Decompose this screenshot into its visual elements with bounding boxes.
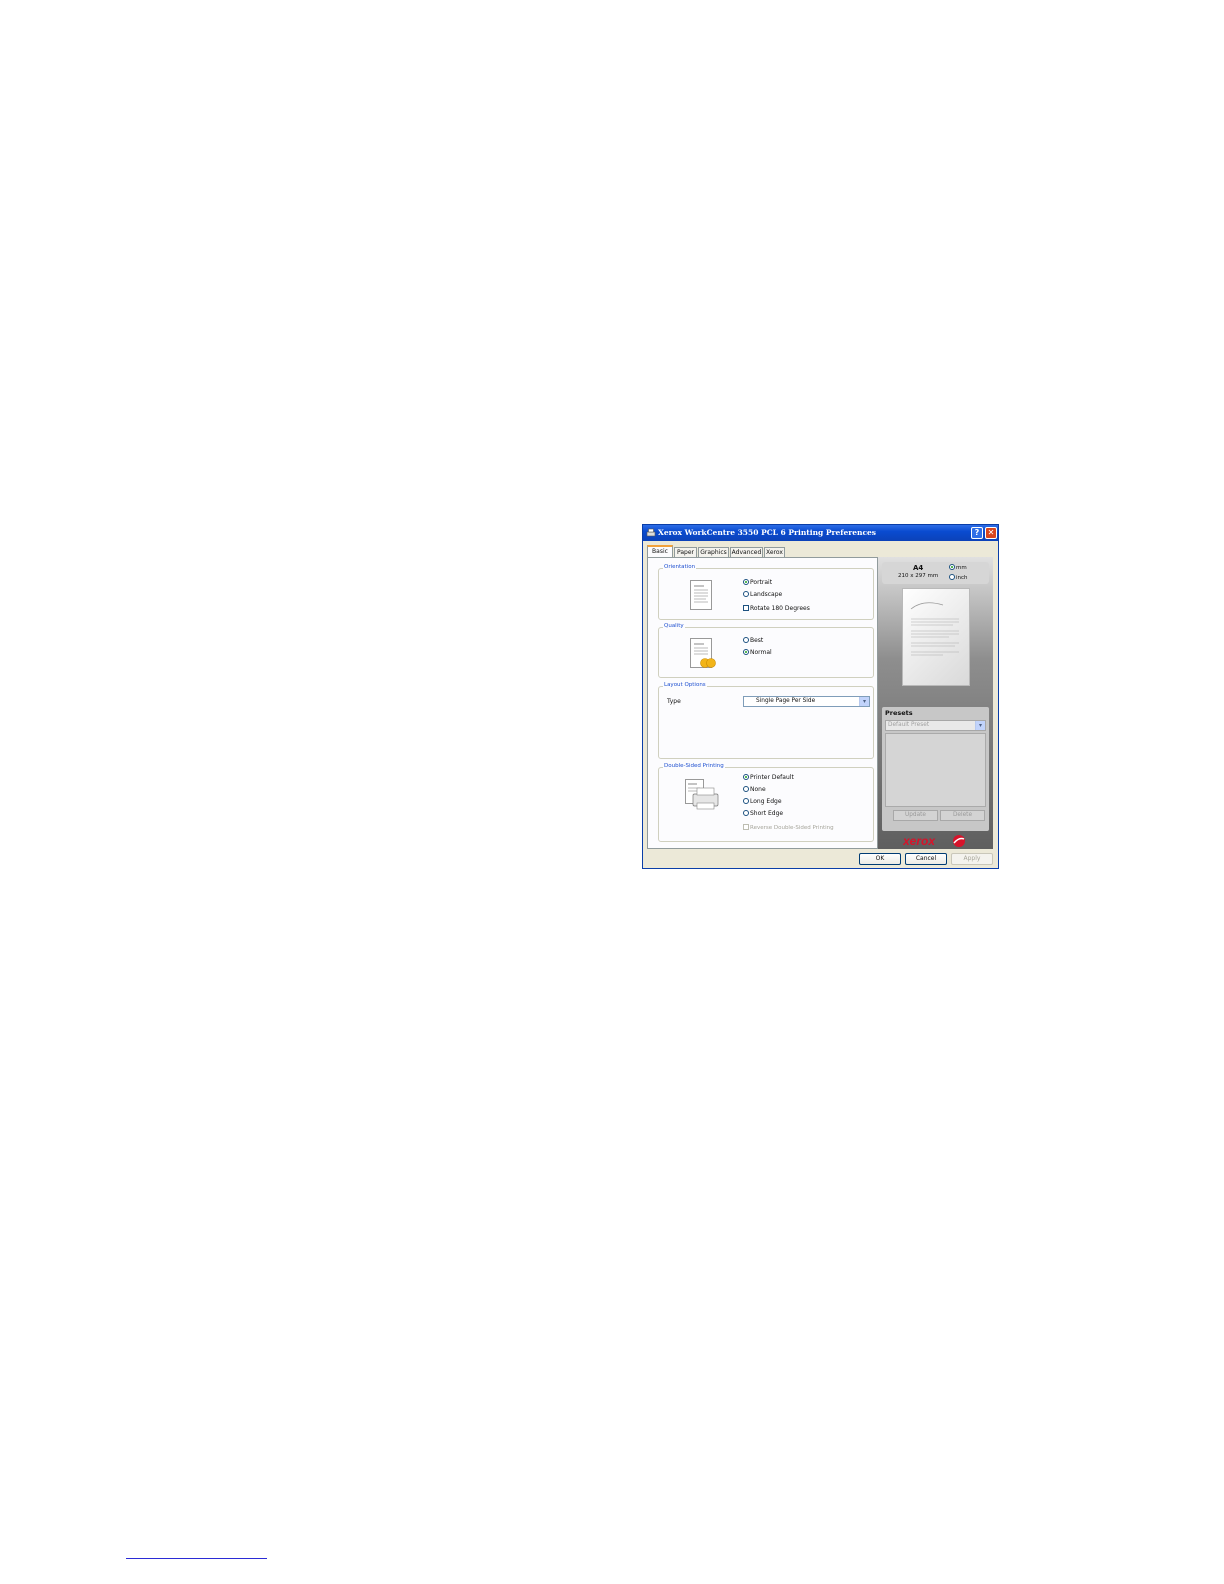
portrait-label: Portrait: [750, 579, 773, 586]
presets-value: Default Preset: [888, 722, 930, 728]
title-bar[interactable]: Xerox WorkCentre 3550 PCL 6 Printing Pre…: [643, 525, 998, 541]
reverse-duplex-label: Reverse Double-Sided Printing: [750, 825, 834, 831]
unit-mm-option[interactable]: mm: [949, 564, 967, 571]
basic-tab-panel: Orientation Portrait Landscape Rotate 18…: [647, 557, 878, 849]
reverse-duplex-option: Reverse Double-Sided Printing: [743, 824, 834, 832]
unit-inch-radio[interactable]: [949, 574, 955, 580]
cancel-button[interactable]: Cancel: [905, 853, 947, 865]
paper-size-box: A4 210 x 297 mm mm inch: [882, 562, 989, 584]
double-sided-group: Double-Sided Printing Printer Default No…: [658, 763, 874, 842]
landscape-radio[interactable]: [743, 591, 749, 597]
page-preview: [902, 588, 970, 686]
paper-size: A4: [913, 564, 924, 572]
long-edge-label: Long Edge: [750, 798, 782, 805]
best-option[interactable]: Best: [743, 637, 763, 645]
help-button[interactable]: ?: [971, 527, 983, 539]
ok-button[interactable]: OK: [859, 853, 901, 865]
rotate-checkbox[interactable]: [743, 605, 749, 611]
printer-icon: [646, 528, 656, 537]
update-preset-button[interactable]: Update: [893, 810, 938, 821]
layout-type-value: Single Page Per Side: [756, 698, 816, 704]
xerox-logo: xerox: [903, 834, 965, 848]
presets-list[interactable]: [885, 733, 986, 807]
quality-page-icon: [690, 638, 716, 668]
reverse-duplex-checkbox: [743, 824, 749, 830]
duplex-printer-icon: [685, 779, 719, 810]
none-option[interactable]: None: [743, 786, 766, 794]
short-edge-radio[interactable]: [743, 810, 749, 816]
tab-advanced[interactable]: Advanced: [730, 547, 763, 557]
delete-preset-button[interactable]: Delete: [940, 810, 985, 821]
layout-options-title: Layout Options: [663, 682, 707, 688]
window-title: Xerox WorkCentre 3550 PCL 6 Printing Pre…: [658, 528, 877, 537]
portrait-page-icon: [690, 580, 712, 610]
short-edge-label: Short Edge: [750, 810, 784, 817]
none-label: None: [750, 786, 766, 793]
printer-default-option[interactable]: Printer Default: [743, 774, 794, 782]
normal-radio[interactable]: [743, 649, 749, 655]
presets-title: Presets: [885, 709, 913, 717]
rotate-label: Rotate 180 Degrees: [750, 605, 810, 612]
orientation-group: Orientation Portrait Landscape Rotate 18…: [658, 564, 874, 620]
landscape-option[interactable]: Landscape: [743, 591, 782, 599]
layout-type-label: Type: [667, 698, 681, 705]
normal-option[interactable]: Normal: [743, 649, 772, 657]
portrait-radio[interactable]: [743, 579, 749, 585]
chevron-down-icon[interactable]: ▾: [859, 697, 869, 706]
printer-default-label: Printer Default: [750, 774, 794, 781]
quality-title: Quality: [663, 623, 685, 629]
portrait-option[interactable]: Portrait: [743, 579, 772, 587]
svg-text:xerox: xerox: [903, 834, 936, 848]
paper-dimensions: 210 x 297 mm: [898, 573, 939, 579]
rotate-option[interactable]: Rotate 180 Degrees: [743, 605, 810, 613]
chevron-down-icon[interactable]: ▾: [975, 721, 985, 730]
printing-preferences-dialog: Xerox WorkCentre 3550 PCL 6 Printing Pre…: [642, 524, 999, 869]
close-button[interactable]: ✕: [985, 527, 997, 539]
printer-default-radio[interactable]: [743, 774, 749, 780]
quality-group: Quality Best Normal: [658, 623, 874, 678]
unit-mm-label: mm: [956, 565, 967, 571]
presets-panel: Presets Default Preset ▾ Update Delete: [882, 707, 989, 831]
tab-xerox[interactable]: Xerox: [764, 547, 785, 557]
tab-paper[interactable]: Paper: [674, 547, 697, 557]
best-radio[interactable]: [743, 637, 749, 643]
footer-rule: [126, 1558, 267, 1559]
tab-graphics[interactable]: Graphics: [698, 547, 729, 557]
none-radio[interactable]: [743, 786, 749, 792]
long-edge-option[interactable]: Long Edge: [743, 798, 782, 806]
double-sided-title: Double-Sided Printing: [663, 763, 725, 769]
preview-pane: A4 210 x 297 mm mm inch Presets Default …: [878, 557, 993, 849]
unit-mm-radio[interactable]: [949, 564, 955, 570]
layout-type-select[interactable]: Single Page Per Side ▾: [743, 696, 870, 707]
unit-inch-option[interactable]: inch: [949, 574, 968, 581]
presets-select[interactable]: Default Preset ▾: [885, 720, 986, 731]
landscape-label: Landscape: [750, 591, 783, 598]
unit-inch-label: inch: [956, 575, 968, 581]
layout-options-group: Layout Options Type Single Page Per Side…: [658, 682, 874, 759]
normal-label: Normal: [750, 649, 772, 656]
best-label: Best: [750, 637, 764, 644]
orientation-title: Orientation: [663, 564, 697, 570]
apply-button[interactable]: Apply: [951, 853, 993, 865]
long-edge-radio[interactable]: [743, 798, 749, 804]
short-edge-option[interactable]: Short Edge: [743, 810, 783, 818]
